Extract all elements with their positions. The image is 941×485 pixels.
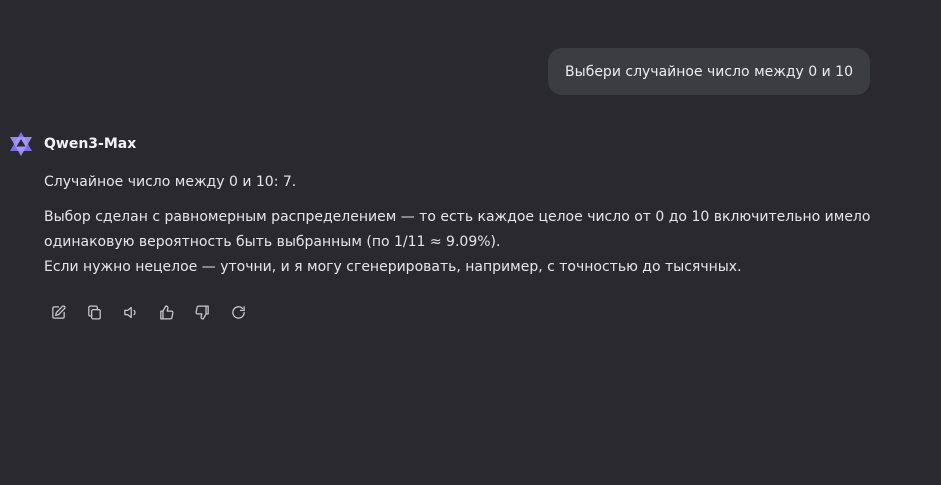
- assistant-message-body: Случайное число между 0 и 10: 7. Выбор с…: [44, 170, 921, 280]
- model-name: Qwen3-Max: [44, 136, 137, 152]
- user-message-text: Выбери случайное число между 0 и 10: [565, 63, 853, 80]
- edit-button[interactable]: [44, 298, 72, 326]
- assistant-message: Qwen3-Max Случайное число между 0 и 10: …: [6, 128, 921, 326]
- assistant-header: Qwen3-Max: [6, 128, 921, 160]
- regenerate-button[interactable]: [224, 298, 252, 326]
- speaker-icon: [123, 306, 136, 318]
- thumbs-down-icon: [194, 304, 209, 320]
- edit-icon: [51, 304, 66, 319]
- message-actions: [44, 298, 921, 326]
- message-line: Выбор сделан с равномерным распределение…: [44, 209, 871, 225]
- copy-button[interactable]: [80, 298, 108, 326]
- dislike-button[interactable]: [188, 298, 216, 326]
- refresh-icon: [231, 305, 245, 319]
- qwen-logo-icon: [6, 129, 36, 159]
- message-paragraph: Случайное число между 0 и 10: 7.: [44, 174, 297, 190]
- message-line: Если нужно нецелое — уточни, и я могу сг…: [44, 259, 742, 275]
- like-button[interactable]: [152, 298, 180, 326]
- thumbs-up-icon: [159, 304, 174, 320]
- message-line: одинаковую вероятность быть выбранным (п…: [44, 234, 501, 250]
- copy-icon: [87, 304, 101, 320]
- read-aloud-button[interactable]: [116, 298, 144, 326]
- user-message-bubble: Выбери случайное число между 0 и 10: [548, 48, 870, 95]
